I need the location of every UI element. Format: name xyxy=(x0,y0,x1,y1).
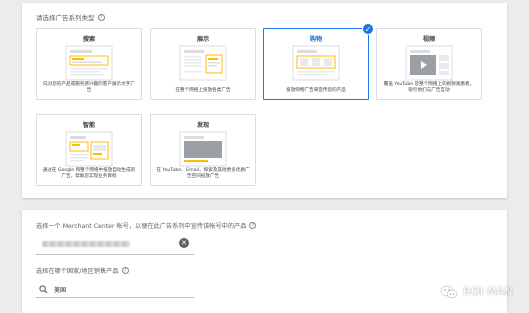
help-icon[interactable]: ? xyxy=(97,13,105,21)
card-title: 智能 xyxy=(82,122,96,129)
card-title: 展示 xyxy=(196,36,210,43)
help-icon[interactable]: ? xyxy=(121,267,129,274)
merchant-account-label-text: 选择一个 Merchant Center 帐号，以便在此广告系列中宣传该帐号中的… xyxy=(36,223,247,230)
watermark-text: ROI MAN xyxy=(463,286,513,298)
section-title-text: 请选择广告系列类型 xyxy=(36,14,95,22)
search-icon xyxy=(39,285,48,294)
redacted-account-value xyxy=(42,241,130,247)
card-description: 投放购物广告来宣传您的产品 xyxy=(286,88,346,93)
card-title: 视频 xyxy=(422,36,436,43)
country-value: 美国 xyxy=(54,287,67,294)
card-description: 在 YouTube、Gmail、探索及其他更多优质广告空间投放广告 xyxy=(156,168,250,179)
card-title: 发现 xyxy=(196,122,210,129)
smart-ad-illustration xyxy=(65,131,113,167)
campaign-card-smart[interactable]: 智能 通过在 Google 和整个网络中投放自动生成的广告，帮助您实现业务目标 xyxy=(36,114,142,186)
merchant-account-field[interactable]: ✕ xyxy=(36,233,194,255)
discovery-ad-illustration xyxy=(179,131,227,167)
display-ad-illustration xyxy=(179,45,227,81)
card-description: 向对您的产品或服务感兴趣的客户展示文字广告 xyxy=(43,82,135,93)
campaign-card-shopping[interactable]: 购物 投放购物广告来宣传您的产品 ✓ xyxy=(263,23,374,100)
watermark: ROI MAN xyxy=(440,285,513,299)
merchant-center-panel: 选择一个 Merchant Center 帐号，以便在此广告系列中宣传该帐号中的… xyxy=(22,210,507,313)
card-description: 在整个网络上投放各类广告 xyxy=(175,88,231,93)
merchant-account-label: 选择一个 Merchant Center 帐号，以便在此广告系列中宣传该帐号中的… xyxy=(36,221,257,230)
search-ad-illustration xyxy=(65,45,113,81)
campaign-type-panel: 请选择广告系列类型 ? 搜索 向对您的产品或服务感兴趣的客户展示文字广告 展示 xyxy=(22,3,507,198)
video-ad-illustration xyxy=(405,45,453,81)
campaign-card-search[interactable]: 搜索 向对您的产品或服务感兴趣的客户展示文字广告 xyxy=(36,28,142,100)
card-title: 购物 xyxy=(309,36,323,43)
section-title: 请选择广告系列类型 ? xyxy=(36,12,105,22)
campaign-card-display[interactable]: 展示 在整个网络上投放各类广告 xyxy=(150,28,256,100)
country-label: 选择在哪个国家/地区销售产品 ? xyxy=(36,266,129,275)
campaign-card-discovery[interactable]: 发现 在 YouTube、Gmail、探索及其他更多优质广告空间投放广告 xyxy=(150,114,256,186)
country-label-text: 选择在哪个国家/地区销售产品 xyxy=(36,268,119,275)
card-description: 覆盖 YouTube 及整个网络上的视频观看者，吸引他们与广告互动 xyxy=(383,82,475,93)
card-title: 搜索 xyxy=(82,36,96,43)
shopping-ad-illustration xyxy=(292,45,340,81)
card-description: 通过在 Google 和整个网络中投放自动生成的广告，帮助您实现业务目标 xyxy=(42,168,136,179)
country-search-field[interactable]: 美国 xyxy=(36,282,194,298)
wechat-icon xyxy=(441,285,458,299)
help-icon[interactable]: ? xyxy=(249,222,257,229)
checkmark-icon: ✓ xyxy=(362,23,374,35)
campaign-card-video[interactable]: 视频 覆盖 YouTube 及整个网络上的视频观看者，吸引他们与广告互动 xyxy=(376,28,482,100)
clear-x-icon[interactable]: ✕ xyxy=(179,238,189,248)
